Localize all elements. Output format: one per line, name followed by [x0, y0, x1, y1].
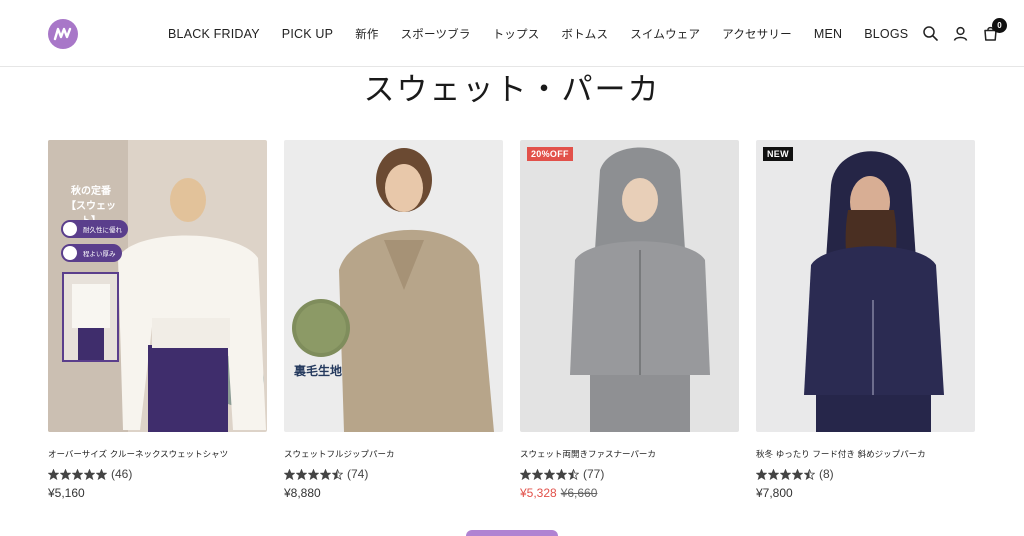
- product-card[interactable]: 20%OFF スウェット両開きファスナーパーカ (77) ¥5,328 ¥6,6…: [520, 140, 739, 501]
- product-rating: (74): [284, 467, 503, 481]
- nav-item-new[interactable]: 新作: [355, 25, 378, 43]
- load-more-button[interactable]: [466, 530, 558, 536]
- page-title: スウェット・パーカ: [363, 72, 661, 108]
- star-icon: [320, 468, 331, 480]
- review-count: (46): [111, 467, 133, 481]
- star-icon: [556, 468, 567, 480]
- nav-item-black-friday[interactable]: BLACK FRIDAY: [168, 25, 260, 43]
- overlay-pill-text: 耐久性に優れ: [83, 226, 122, 234]
- star-icon: [532, 468, 543, 480]
- brand-logo-icon[interactable]: [48, 19, 78, 49]
- star-rating: [284, 468, 343, 480]
- star-icon: [296, 468, 307, 480]
- star-icon: [96, 468, 107, 480]
- nav-item-men[interactable]: MEN: [814, 25, 842, 43]
- star-icon: [284, 468, 295, 480]
- product-rating: (8): [756, 467, 975, 481]
- star-icon: [756, 468, 767, 480]
- overlay-title-line1: 秋の定番: [71, 186, 111, 197]
- star-icon: [48, 468, 59, 480]
- star-icon: [60, 468, 71, 480]
- product-image[interactable]: 20%OFF: [520, 140, 739, 432]
- overlay-pill-text: 程よい厚み: [83, 250, 116, 258]
- compare-price: ¥6,660: [560, 486, 598, 500]
- star-icon: [792, 468, 803, 480]
- product-card[interactable]: 秋の定番 【スウェット】 耐久性に優れ 程よい厚み オーバーサイズ クルーネック…: [48, 140, 267, 501]
- product-image[interactable]: 秋の定番 【スウェット】 耐久性に優れ 程よい厚み: [48, 140, 267, 432]
- star-icon: [308, 468, 319, 480]
- cart-icon[interactable]: 0: [982, 18, 1007, 42]
- star-icon: [768, 468, 779, 480]
- review-count: (74): [347, 467, 369, 481]
- overlay-feature-pill: 耐久性に優れ: [61, 220, 128, 238]
- header-icons: 0: [922, 18, 1007, 42]
- product-grid: 秋の定番 【スウェット】 耐久性に優れ 程よい厚み オーバーサイズ クルーネック…: [48, 140, 975, 501]
- product-name[interactable]: オーバーサイズ クルーネックスウェットシャツ: [48, 449, 267, 461]
- nav-item-bottoms[interactable]: ボトムス: [561, 25, 608, 43]
- nav-item-accessories[interactable]: アクセサリー: [722, 25, 792, 43]
- thickness-icon: [63, 246, 77, 260]
- price-row: ¥5,328 ¥6,660: [520, 485, 739, 501]
- star-icon: [804, 468, 815, 480]
- product-name[interactable]: スウェット両開きファスナーパーカ: [520, 449, 739, 461]
- nav-item-tops[interactable]: トップス: [493, 25, 540, 43]
- nav-item-pick-up[interactable]: PICK UP: [282, 25, 333, 43]
- star-icon: [520, 468, 531, 480]
- overlay-feature-pill: 程よい厚み: [61, 244, 122, 262]
- price-row: ¥7,800: [756, 485, 975, 501]
- star-icon: [332, 468, 343, 480]
- product-price: ¥8,880: [284, 486, 321, 500]
- star-icon: [568, 468, 579, 480]
- review-count: (77): [583, 467, 605, 481]
- cart-count-badge: 0: [992, 18, 1007, 33]
- nav-item-blogs[interactable]: BLOGS: [864, 25, 908, 43]
- main-nav: BLACK FRIDAY PICK UP 新作 スポーツブラ トップス ボトムス…: [168, 25, 930, 43]
- account-icon[interactable]: [952, 24, 968, 42]
- product-price: ¥7,800: [756, 486, 793, 500]
- search-icon[interactable]: [922, 24, 938, 42]
- product-rating: (77): [520, 467, 739, 481]
- product-name[interactable]: スウェットフルジップパーカ: [284, 449, 503, 461]
- overlay-thumbnail: [62, 272, 119, 362]
- price-row: ¥5,160: [48, 485, 267, 501]
- star-rating: [520, 468, 579, 480]
- nav-item-swimwear[interactable]: スイムウェア: [630, 25, 700, 43]
- discount-badge: 20%OFF: [527, 147, 573, 161]
- product-price: ¥5,160: [48, 486, 85, 500]
- product-image[interactable]: NEW: [756, 140, 975, 432]
- star-icon: [84, 468, 95, 480]
- star-rating: [48, 468, 107, 480]
- product-name[interactable]: 秋冬 ゆったり フード付き 斜めジップパーカ: [756, 449, 975, 461]
- star-icon: [780, 468, 791, 480]
- sale-price: ¥5,328: [520, 486, 557, 500]
- nav-item-sports-bra[interactable]: スポーツブラ: [401, 25, 471, 43]
- product-image[interactable]: 裏毛生地: [284, 140, 503, 432]
- review-count: (8): [819, 467, 834, 481]
- star-icon: [544, 468, 555, 480]
- product-card[interactable]: NEW 秋冬 ゆったり フード付き 斜めジップパーカ (8) ¥7,800: [756, 140, 975, 501]
- overlay-fabric-label: 裏毛生地: [294, 364, 343, 378]
- durability-icon: [63, 222, 77, 236]
- product-card[interactable]: 裏毛生地 スウェットフルジップパーカ (74) ¥8,880: [284, 140, 503, 501]
- product-rating: (46): [48, 467, 267, 481]
- new-badge: NEW: [763, 147, 793, 161]
- price-row: ¥8,880: [284, 485, 503, 501]
- site-header: BLACK FRIDAY PICK UP 新作 スポーツブラ トップス ボトムス…: [0, 0, 1024, 67]
- star-icon: [72, 468, 83, 480]
- star-rating: [756, 468, 815, 480]
